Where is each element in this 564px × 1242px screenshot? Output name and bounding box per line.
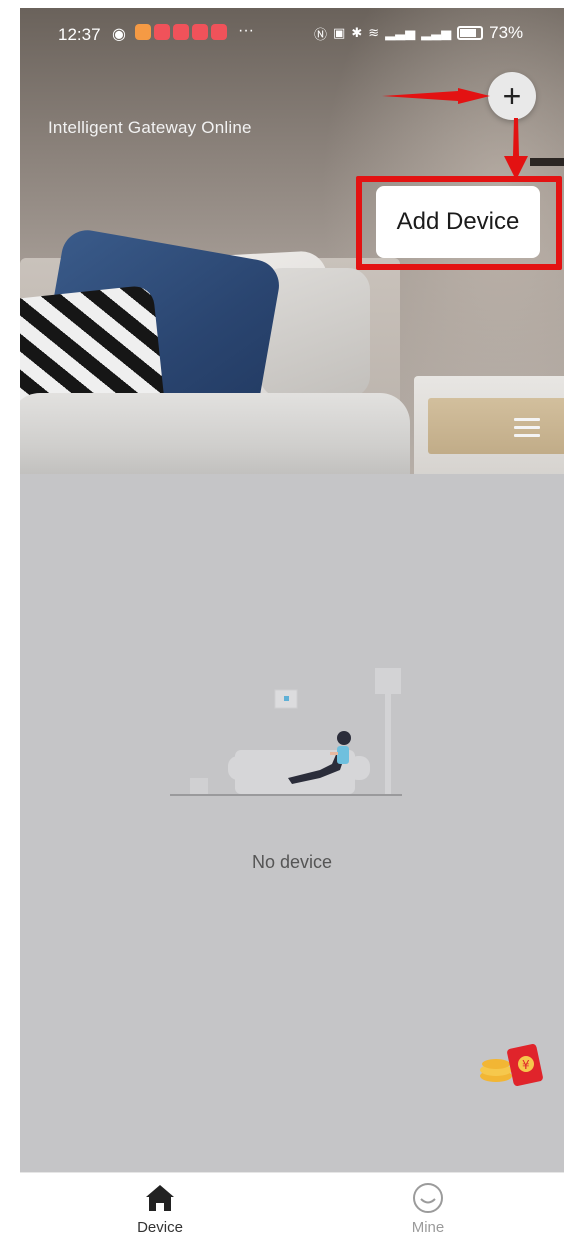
annotation-arrow-icon	[504, 118, 528, 180]
system-icons: Ⓝ ▣ ✱ ≋ ▂▃▅ ▂▃▅ 73%	[314, 23, 523, 43]
app-notification-icon	[192, 24, 208, 40]
hamburger-menu-icon[interactable]	[514, 418, 540, 438]
battery-percent: 73%	[489, 23, 524, 42]
tab-mine-label: Mine	[411, 1219, 445, 1236]
vibrate-icon: ▣	[333, 25, 346, 40]
annotation-arrow-icon	[382, 88, 490, 104]
empty-state-text: No device	[251, 852, 333, 872]
notification-icons	[135, 24, 227, 40]
app-notification-icon	[154, 24, 170, 40]
empty-state-illustration	[170, 668, 402, 796]
signal-icon: ▂▃▅	[385, 25, 416, 40]
more-notifications: ···	[238, 22, 254, 39]
nightstand	[414, 376, 564, 474]
nightstand-drawer	[428, 398, 564, 454]
wifi-icon: ≋	[368, 25, 380, 40]
app-notification-icon	[135, 24, 151, 40]
tab-device[interactable]: Device	[100, 1181, 220, 1236]
add-button[interactable]: +	[488, 72, 536, 120]
bluetooth-icon: ✱	[351, 25, 363, 40]
plus-icon: +	[502, 78, 522, 114]
bed-blanket	[20, 393, 410, 474]
smiley-icon	[413, 1183, 443, 1213]
app-notification-icon	[173, 24, 189, 40]
annotation-highlight	[356, 176, 562, 270]
red-packet-coins-icon[interactable]: ¥	[476, 1038, 550, 1098]
app-screen: 12:37 ◉ ··· Ⓝ ▣ ✱ ≋ ▂▃▅ ▂▃▅ 73% Intellig	[20, 8, 564, 1242]
nfc-icon: Ⓝ	[314, 26, 328, 42]
svg-text:¥: ¥	[522, 1058, 530, 1072]
tab-mine[interactable]: Mine	[368, 1181, 488, 1236]
device-list-area: No device ¥	[20, 474, 564, 1172]
signal-icon: ▂▃▅	[421, 25, 452, 40]
gateway-status: Intelligent Gateway Online	[48, 118, 252, 137]
header-banner: 12:37 ◉ ··· Ⓝ ▣ ✱ ≋ ▂▃▅ ▂▃▅ 73% Intellig	[20, 8, 564, 474]
lamp-arm	[530, 158, 564, 166]
bottom-navigation: Device Mine	[20, 1172, 564, 1242]
app-notification-icon	[211, 24, 227, 40]
battery-icon	[457, 26, 484, 40]
home-icon	[146, 1185, 174, 1211]
status-time: 12:37	[58, 25, 101, 44]
status-bar: 12:37 ◉ ··· Ⓝ ▣ ✱ ≋ ▂▃▅ ▂▃▅ 73%	[20, 8, 564, 58]
tab-device-label: Device	[137, 1219, 183, 1236]
eye-icon: ◉	[112, 26, 126, 43]
